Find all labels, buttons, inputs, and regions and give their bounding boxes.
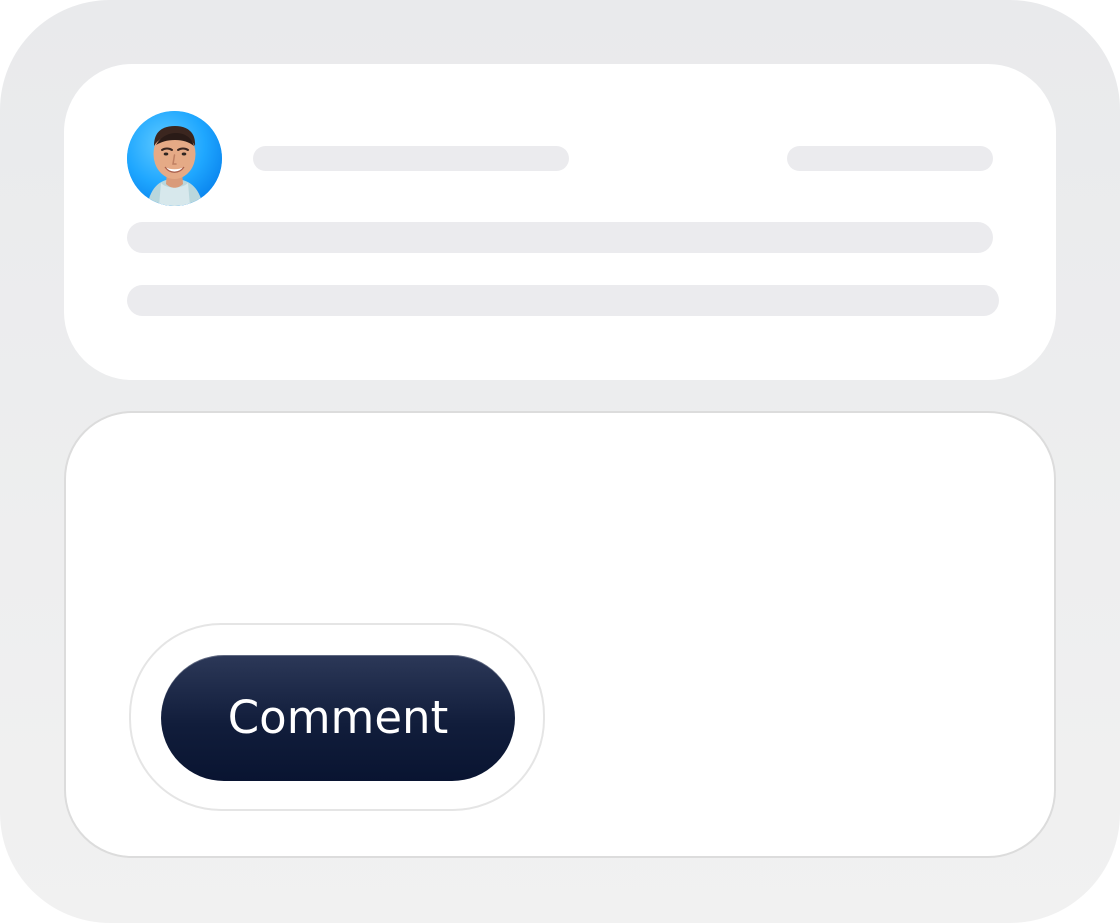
person-avatar-icon (127, 111, 222, 206)
comment-widget-frame: Comment (0, 0, 1120, 923)
comment-button[interactable]: Comment (161, 655, 515, 781)
post-meta-placeholder (787, 146, 993, 171)
avatar (127, 111, 222, 206)
post-text-placeholder-line (127, 222, 993, 253)
author-name-placeholder (253, 146, 569, 171)
post-card (64, 64, 1056, 380)
post-text-placeholder-line (127, 285, 999, 316)
comment-button-focus-ring: Comment (129, 623, 545, 811)
comment-composer[interactable]: Comment (64, 411, 1056, 858)
